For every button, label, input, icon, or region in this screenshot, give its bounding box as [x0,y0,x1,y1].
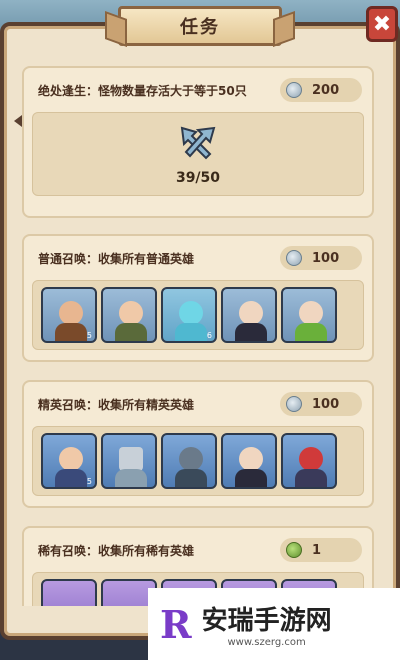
quest-header: 稀有召唤：收集所有稀有英雄 1 [24,528,372,572]
hero-portrait-blue-slime-spirit[interactable]: 6 [161,287,217,343]
quest-card: 普通召唤：收集所有普通英雄 100 5 6 [22,234,374,362]
close-icon: ✖ [372,11,392,37]
quest-progress-box: 39/50 [32,112,364,196]
quest-list[interactable]: 绝处逢生：怪物数量存活大于等于50只 200 39/50 普通召唤：收集所有普通… [22,66,378,606]
quest-title: 精英召唤：收集所有精英英雄 [38,397,195,412]
quest-card: 绝处逢生：怪物数量存活大于等于50只 200 39/50 [22,66,374,218]
reward-amount: 1 [312,542,322,558]
silver-coin-icon [286,82,302,98]
reward-badge: 200 [280,78,362,102]
window-title-banner: 任务 [118,6,282,46]
hero-level: 5 [86,331,92,340]
hero-portrait-dark-archer[interactable] [221,287,277,343]
quest-title: 普通召唤：收集所有普通英雄 [38,251,195,266]
crossed-arrows-icon [180,126,216,160]
hero-level: 6 [206,331,212,340]
reward-amount: 100 [312,396,340,412]
hero-row: 5 6 [32,280,364,350]
quest-header: 普通召唤：收集所有普通英雄 100 [24,236,372,280]
quest-card: 精英召唤：收集所有精英英雄 100 5 [22,380,374,508]
watermark-url: www.szerg.com [227,637,306,648]
hero-portrait-hammer-weapon[interactable] [101,433,157,489]
quest-progress: 39/50 [175,170,221,186]
hero-portrait-blonde-swordsman[interactable]: 5 [41,433,97,489]
close-button[interactable]: ✖ [366,6,398,42]
silver-coin-icon [286,396,302,412]
reward-amount: 100 [312,250,340,266]
quest-title: 绝处逢生：怪物数量存活大于等于50只 [38,83,247,98]
hero-row: 5 [32,426,364,496]
watermark-text: 安瑞手游网 www.szerg.com [202,600,332,648]
watermark-title: 安瑞手游网 [201,606,332,636]
hero-portrait-armored-knight[interactable] [161,433,217,489]
window-title: 任务 [180,17,220,38]
reward-badge: 100 [280,392,362,416]
site-logo-icon: R [160,601,192,647]
site-watermark: R 安瑞手游网 www.szerg.com [148,588,400,660]
hero-level: 5 [86,477,92,486]
reward-badge: 100 [280,246,362,270]
hero-portrait-rare[interactable] [41,579,97,606]
hero-portrait-nun-priestess[interactable] [221,433,277,489]
silver-coin-icon [286,250,302,266]
quest-header: 绝处逢生：怪物数量存活大于等于50只 200 [24,68,372,112]
green-gem-icon [286,542,302,558]
quest-header: 精英召唤：收集所有精英英雄 100 [24,382,372,426]
reward-amount: 200 [312,82,340,98]
panel-edge-arrow-icon [14,115,22,127]
reward-badge: 1 [280,538,362,562]
hero-portrait-monkey-warrior[interactable]: 5 [41,287,97,343]
hero-portrait-green-hood-ranger[interactable] [281,287,337,343]
hero-portrait-red-oni-samurai[interactable] [281,433,337,489]
quest-title: 稀有召唤：收集所有稀有英雄 [38,543,195,558]
hero-portrait-sword-fighter[interactable] [101,287,157,343]
